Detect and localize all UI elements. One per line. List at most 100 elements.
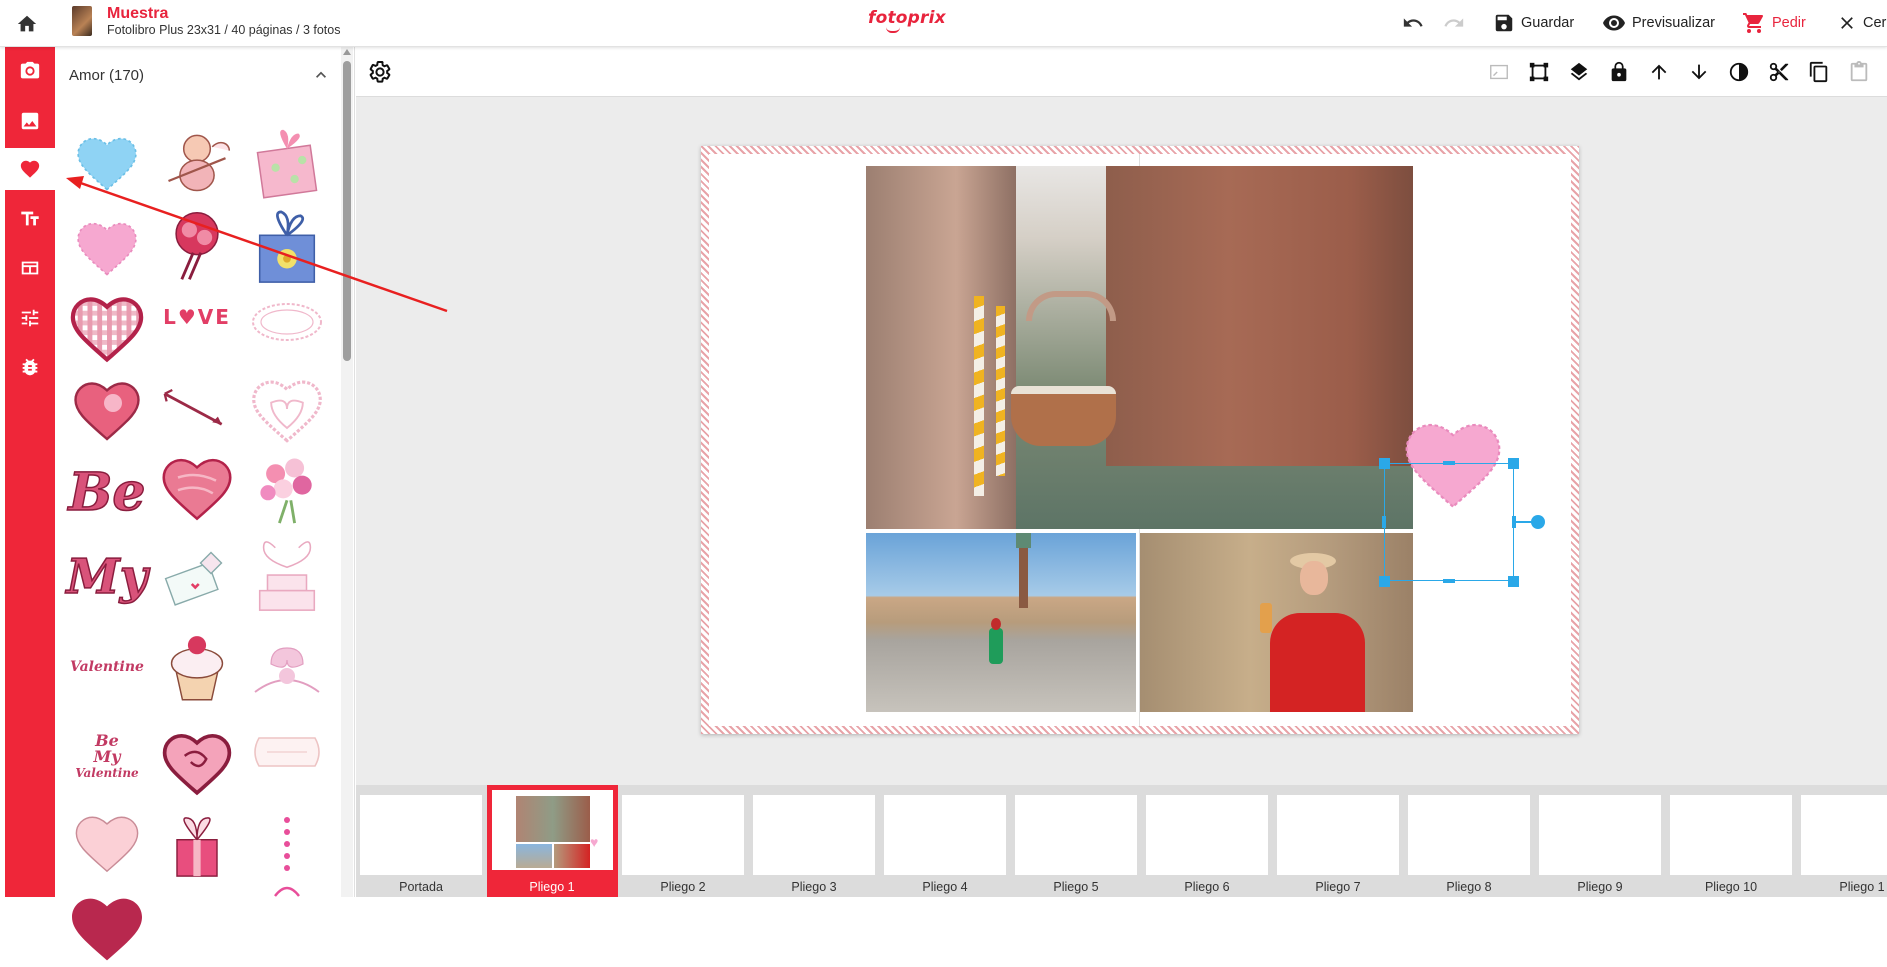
preview-button[interactable]: Previsualizar xyxy=(1602,9,1715,37)
sticker-my-text[interactable]: My xyxy=(66,537,149,617)
adjustments-icon[interactable] xyxy=(5,297,55,339)
page-thumbnail[interactable] xyxy=(753,795,875,875)
save-button[interactable]: Guardar xyxy=(1493,9,1574,37)
sticker-cupid-arrow[interactable] xyxy=(157,369,237,449)
layers-icon[interactable] xyxy=(1566,59,1592,85)
sticker-textured-heart[interactable] xyxy=(157,447,237,527)
panel-scrollbar[interactable] xyxy=(341,47,353,897)
selection-box[interactable] xyxy=(1384,463,1514,581)
lock-icon[interactable] xyxy=(1606,59,1632,85)
copy-icon[interactable] xyxy=(1806,59,1832,85)
resize-handle-bottom-left[interactable] xyxy=(1379,576,1390,587)
sticker-cupcake[interactable] xyxy=(157,627,237,707)
heart-stickers-icon[interactable] xyxy=(5,148,55,190)
sticker-label-frame[interactable] xyxy=(247,727,327,777)
sticker-be-text[interactable]: Be xyxy=(67,452,147,532)
resize-handle-top[interactable] xyxy=(1443,461,1455,465)
page-thumbnail[interactable]: ♥ xyxy=(487,785,618,875)
background-image-icon[interactable] xyxy=(5,100,55,142)
sticker-dark-heart[interactable] xyxy=(67,887,147,967)
save-icon xyxy=(1495,14,1513,32)
page-thumbnail[interactable] xyxy=(360,795,482,875)
sticker-pink-heart[interactable] xyxy=(67,207,147,287)
bug-report-icon[interactable] xyxy=(5,346,55,388)
page-label[interactable]: Pliego 7 xyxy=(1277,880,1399,894)
page-thumbnail[interactable] xyxy=(1539,795,1661,875)
project-title: Muestra xyxy=(107,5,169,22)
photo-woman-ice-cream[interactable] xyxy=(1140,533,1413,712)
page-label[interactable]: Pliego 1 xyxy=(491,880,613,894)
sticker-cupid[interactable] xyxy=(157,122,237,202)
resize-handle-bottom[interactable] xyxy=(1443,579,1455,583)
scissors-icon[interactable] xyxy=(1766,59,1792,85)
book-cover-thumbnail xyxy=(72,6,92,36)
sticker-valentine-text[interactable]: Valentine xyxy=(67,647,147,687)
sticker-bird-heart[interactable] xyxy=(67,369,147,449)
sticker-blue-heart[interactable] xyxy=(67,122,147,202)
send-backward-icon[interactable] xyxy=(1686,59,1712,85)
page-label[interactable]: Portada xyxy=(360,880,482,894)
page-label[interactable]: Pliego 1 xyxy=(1801,880,1887,894)
page-label[interactable]: Pliego 6 xyxy=(1146,880,1268,894)
photobook-spread[interactable] xyxy=(701,146,1579,734)
resize-handle-top-right[interactable] xyxy=(1508,458,1519,469)
transform-icon[interactable] xyxy=(1526,59,1552,85)
close-button[interactable]: Cer xyxy=(1837,9,1886,37)
page-thumbnail[interactable] xyxy=(1015,795,1137,875)
sticker-ornament[interactable] xyxy=(247,632,327,712)
layout-icon[interactable] xyxy=(5,247,55,289)
bring-forward-icon[interactable] xyxy=(1646,59,1672,85)
close-icon xyxy=(1841,17,1853,29)
page-label[interactable]: Pliego 2 xyxy=(622,880,744,894)
resize-handle-bottom-right[interactable] xyxy=(1508,576,1519,587)
sticker-lace-heart[interactable] xyxy=(247,369,327,449)
resize-handle-top-left[interactable] xyxy=(1379,458,1390,469)
settings-icon[interactable] xyxy=(367,59,393,85)
paste-icon[interactable] xyxy=(1846,59,1872,85)
sticker-love-text[interactable]: L♥VE xyxy=(157,297,237,337)
sticker-gingham-heart[interactable] xyxy=(67,287,147,367)
redo-icon[interactable] xyxy=(1441,10,1467,36)
photo-venice-canal[interactable] xyxy=(866,166,1413,529)
undo-icon[interactable] xyxy=(1400,10,1426,36)
rotate-handle[interactable] xyxy=(1531,515,1545,529)
chevron-up-icon[interactable] xyxy=(311,65,331,85)
scroll-thumb[interactable] xyxy=(343,61,351,361)
page-label[interactable]: Pliego 4 xyxy=(884,880,1006,894)
scroll-up-arrow[interactable] xyxy=(343,49,351,55)
sticker-lace-frame[interactable] xyxy=(247,292,327,352)
editor-toolbar xyxy=(356,47,1887,97)
sticker-polka-gift[interactable] xyxy=(247,122,327,202)
sticker-blue-gift[interactable] xyxy=(247,207,327,287)
sticker-blush-heart[interactable] xyxy=(67,802,147,882)
camera-icon[interactable] xyxy=(5,50,55,92)
fit-frame-icon[interactable] xyxy=(1486,59,1512,85)
sticker-gift-heart[interactable] xyxy=(157,807,237,887)
page-label[interactable]: Pliego 10 xyxy=(1670,880,1792,894)
page-label[interactable]: Pliego 8 xyxy=(1408,880,1530,894)
sticker-swirl-heart[interactable] xyxy=(157,722,237,802)
page-thumbnail[interactable] xyxy=(1146,795,1268,875)
order-button[interactable]: Pedir xyxy=(1742,9,1806,37)
page-thumbnail[interactable] xyxy=(1670,795,1792,875)
sticker-dotted-line[interactable] xyxy=(247,807,327,907)
page-thumbnail[interactable] xyxy=(1801,795,1887,875)
sticker-rose-bouquet[interactable] xyxy=(157,207,237,287)
photo-st-marks-square[interactable] xyxy=(866,533,1136,712)
eye-icon xyxy=(1603,15,1625,31)
page-thumbnail[interactable] xyxy=(1408,795,1530,875)
home-icon[interactable] xyxy=(12,9,42,39)
page-label[interactable]: Pliego 5 xyxy=(1015,880,1137,894)
contrast-icon[interactable] xyxy=(1726,59,1752,85)
text-icon[interactable] xyxy=(5,198,55,240)
page-thumbnail[interactable] xyxy=(622,795,744,875)
sticker-love-letter[interactable] xyxy=(157,537,237,617)
sticker-be-my-valentine[interactable]: Be My Valentine xyxy=(67,717,147,797)
page-thumbnail[interactable] xyxy=(1277,795,1399,875)
sticker-wedding-cake[interactable] xyxy=(247,527,327,627)
page-label[interactable]: Pliego 3 xyxy=(753,880,875,894)
page-label[interactable]: Pliego 9 xyxy=(1539,880,1661,894)
sticker-flower-bouquet[interactable] xyxy=(247,447,327,527)
resize-handle-left[interactable] xyxy=(1382,516,1386,528)
page-thumbnail[interactable] xyxy=(884,795,1006,875)
